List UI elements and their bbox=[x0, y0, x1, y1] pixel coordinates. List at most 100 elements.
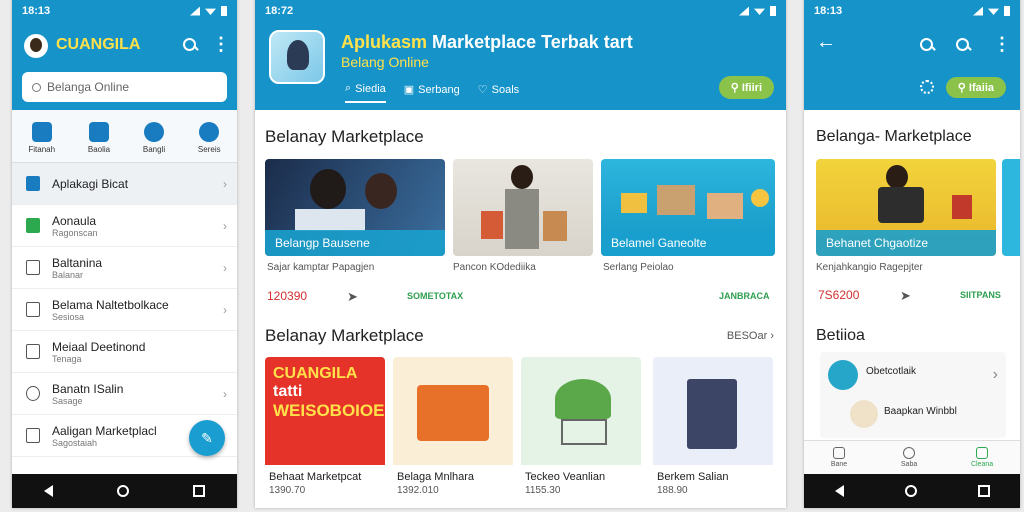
list-item-title[interactable]: Obetcotlaik bbox=[866, 366, 916, 377]
app-title-part-a: Aplukasm bbox=[341, 32, 428, 52]
edit-icon: ✎ bbox=[201, 429, 213, 446]
shortcut-label: Fitanah bbox=[28, 145, 56, 154]
chat-icon bbox=[199, 122, 220, 142]
promo-card[interactable]: Belamel Ganeolte bbox=[601, 159, 775, 256]
menu-item-title: Aonaula bbox=[52, 213, 97, 228]
shortcut-bangli[interactable]: Bangli bbox=[143, 122, 165, 154]
shortcut-row: Fitanah Baolia Bangli Sereis bbox=[12, 110, 237, 163]
menu-item-sub: Sasage bbox=[52, 395, 83, 406]
shortcut-fitanah[interactable]: Fitanah bbox=[28, 122, 55, 154]
nav-back-icon[interactable] bbox=[834, 485, 844, 497]
menu-item[interactable]: Belama Naltetbolkace Sesiosa › bbox=[12, 289, 237, 331]
product-price: 1390.70 bbox=[269, 485, 306, 496]
product-image bbox=[393, 357, 513, 465]
product-price: 1155.30 bbox=[525, 485, 561, 496]
menu-item-title: Aplakagi Bicat bbox=[52, 176, 129, 191]
list-icon bbox=[976, 447, 989, 459]
product-card[interactable]: Teckeo Veanlian 1155.30 bbox=[521, 357, 641, 505]
shortcut-label: Baolia bbox=[87, 145, 111, 154]
tab-label: Soals bbox=[491, 83, 520, 96]
status-time: 18:13 bbox=[814, 5, 843, 17]
cart-icon bbox=[88, 122, 109, 142]
card-caption: Belangp Bausene bbox=[265, 230, 445, 256]
menu-item[interactable]: Meiaal Deetinond Tenaga bbox=[12, 331, 237, 373]
back-arrow-icon[interactable] bbox=[816, 31, 836, 54]
shortcut-baolia[interactable]: Baolia bbox=[88, 122, 110, 154]
app-title: CUANGILA bbox=[56, 36, 141, 53]
app-bar: Aplukasm Marketplace Terbak tart Belang … bbox=[255, 22, 786, 110]
phone-screen-left: 18:13 CUANGILA Belanga Online Fitanah Ba… bbox=[12, 0, 237, 508]
bottom-nav-item-active[interactable]: Cleana bbox=[971, 447, 993, 468]
product-card[interactable]: CUANGILA tatti WEISOBOIOE Behaat Marketp… bbox=[265, 357, 385, 505]
chevron-right-icon[interactable]: › bbox=[993, 366, 998, 384]
product-card[interactable]: Berkem Salian 188.90 bbox=[653, 357, 773, 505]
nav-home-icon[interactable] bbox=[117, 485, 129, 497]
banner-text: tatti bbox=[273, 383, 303, 400]
see-more-link[interactable]: BESOar › bbox=[727, 330, 774, 342]
product-card[interactable]: Belaga Mnlhara 1392.010 bbox=[393, 357, 513, 505]
menu-item-title: Belama Naltetbolkace bbox=[52, 297, 169, 312]
list-item-title[interactable]: Baapkan Winbbl bbox=[884, 406, 957, 417]
filter-button[interactable]: ⚲ Ifaiia bbox=[945, 77, 1006, 98]
banner-text: WEISOBOIOE bbox=[273, 401, 385, 420]
search-icon: ⌕ bbox=[345, 82, 352, 94]
nav-home-icon[interactable] bbox=[904, 485, 917, 497]
card-caption: Belamel Ganeolte bbox=[601, 230, 775, 256]
tab-bar: ⌕ Siedia ▣ Serbang ♡ Soals bbox=[345, 82, 519, 103]
product-name: Behaat Marketpcat bbox=[269, 471, 362, 483]
list-icon: ▣ bbox=[403, 84, 415, 96]
card-desc: Serlang Peiolao bbox=[603, 262, 674, 273]
shortcut-sereis[interactable]: Sereis bbox=[198, 122, 221, 154]
send-icon[interactable]: ➤ bbox=[347, 289, 358, 305]
menu-item[interactable]: Aplakagi Bicat › bbox=[12, 163, 237, 205]
bottom-nav-item[interactable]: Saba bbox=[901, 447, 917, 468]
more-icon[interactable] bbox=[988, 34, 1011, 55]
tab-serbang[interactable]: ▣ Serbang bbox=[404, 82, 460, 103]
promo-card[interactable]: Behanet Chgaotize bbox=[816, 159, 996, 256]
promo-card-partial[interactable] bbox=[1002, 159, 1020, 256]
more-icon[interactable] bbox=[207, 34, 230, 55]
nav-back-icon[interactable] bbox=[44, 485, 53, 497]
search-icon[interactable] bbox=[954, 36, 972, 54]
tab-label: Siedia bbox=[355, 82, 386, 95]
shortcut-label: Sereis bbox=[197, 145, 221, 154]
wifi-icon bbox=[754, 8, 765, 15]
send-icon[interactable]: ➤ bbox=[900, 288, 911, 304]
product-thumb bbox=[850, 400, 878, 428]
menu-item[interactable]: Banatn ISalin Sasage › bbox=[12, 373, 237, 415]
check-icon bbox=[144, 122, 165, 142]
wifi-icon bbox=[205, 8, 216, 15]
menu-item-sub: Balanar bbox=[52, 269, 84, 280]
bottom-nav-item[interactable]: Bane bbox=[831, 447, 847, 468]
doc-icon bbox=[26, 260, 40, 275]
search-placeholder: Belanga Online bbox=[47, 80, 130, 94]
promo-card[interactable]: Belangp Bausene bbox=[265, 159, 445, 256]
card-desc: Sajar kamptar Papagjen bbox=[267, 262, 375, 273]
nav-recents-icon[interactable] bbox=[193, 485, 205, 497]
filter-button[interactable]: ⚲ Ifiiri bbox=[718, 76, 774, 99]
search-icon[interactable] bbox=[918, 36, 936, 54]
section-title: Belanga- Marketplace bbox=[816, 128, 972, 145]
menu-item[interactable]: Baltanina Balanar › bbox=[12, 247, 237, 289]
gear-icon[interactable] bbox=[920, 80, 934, 94]
filter-icon: ⚲ bbox=[957, 82, 969, 94]
tab-soals[interactable]: ♡ Soals bbox=[478, 82, 519, 103]
signal-icon bbox=[739, 6, 749, 16]
section-title: Belanay Marketplace bbox=[265, 127, 424, 146]
nav-recents-icon[interactable] bbox=[977, 485, 990, 497]
product-banner: CUANGILA tatti WEISOBOIOE bbox=[265, 357, 385, 465]
bag-icon bbox=[26, 176, 40, 191]
avatar[interactable] bbox=[24, 34, 48, 58]
menu-item[interactable]: Aonaula Ragonscan › bbox=[12, 205, 237, 247]
search-input[interactable]: Belanga Online bbox=[22, 72, 227, 102]
battery-icon bbox=[221, 6, 227, 16]
card-price: 120390 bbox=[267, 289, 308, 303]
grid-icon bbox=[31, 122, 52, 142]
promo-card[interactable] bbox=[453, 159, 593, 256]
list-card: Obetcotlaik › Baapkan Winbbl bbox=[820, 352, 1006, 438]
tab-siedia[interactable]: ⌕ Siedia bbox=[345, 82, 386, 103]
tab-label: Serbang bbox=[418, 83, 460, 96]
fab-button[interactable]: ✎ bbox=[189, 420, 225, 456]
search-icon[interactable] bbox=[181, 36, 199, 54]
card-price: 7S6200 bbox=[818, 288, 860, 302]
